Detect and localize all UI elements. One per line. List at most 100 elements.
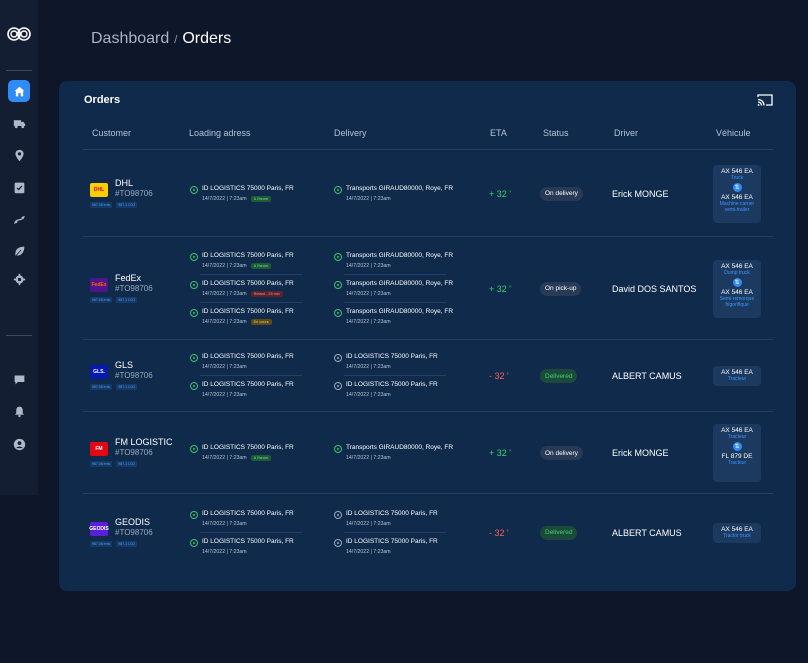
stop-time: 14/7/2022 | 7:23am [346,291,391,297]
stop-time: 14/7/2022 | 7:23am [346,364,391,370]
stop-address: Transports GIRAUD80000, Roye, FR [346,444,454,451]
nav-notifications[interactable] [8,400,30,422]
nav-settings[interactable] [8,268,30,290]
stop-time-text: 14/7/2022 | 7:23am [202,520,247,527]
stop-marker-icon [334,280,342,289]
swap-icon[interactable]: ⇅ [732,277,742,287]
swap-icon[interactable]: ⇅ [732,442,742,451]
stop-marker-icon [190,538,198,547]
stop-status-badge: A l'heure [250,195,272,202]
stop-marker-icon [334,308,342,317]
stop-time-text: 14/7/2022 | 7:23am [346,548,391,555]
stop-address: ID LOGISTICS 75000 Paris, FR [346,509,438,517]
driver-name[interactable]: Erick MONGE [612,448,669,458]
vehicle-type: Truck [730,174,744,181]
stop-time: 14/7/2022 | 7:23am [202,549,247,555]
nav-routes[interactable] [8,208,30,230]
stop-time-text: 14/7/2022 | 7:23am [202,455,247,461]
driver-name[interactable]: ALBERT CAMUS [612,371,682,381]
customer-name[interactable]: DHL [115,178,133,188]
customer-name[interactable]: FedEx [115,273,141,283]
nav-trucks[interactable] [8,112,30,134]
stop-address: ID LOGISTICS 75000 Paris, FR [202,251,294,259]
cast-icon[interactable] [757,93,773,107]
stop-address: Transports GIRAUD80000, Roye, FR [346,184,454,192]
driver-name[interactable]: Erick MONGE [612,189,669,199]
card-title: Orders [84,94,121,106]
nav-eco[interactable] [8,240,30,262]
vehicle-type: Semi-remorque frigorifique [719,295,755,308]
stop-time: 14/7/2022 | 7:23am [346,521,391,527]
vehicle-card[interactable]: AX 546 EA Tracteur [713,366,761,386]
nav-tasks[interactable] [8,176,30,198]
nav-locations[interactable] [8,144,30,166]
col-driver[interactable]: Driver [614,128,638,138]
eta-value: + 32 ' [489,283,511,294]
stop-marker-icon [190,445,198,453]
vehicle-card[interactable]: AX 546 EA Tracteur ⇅ FL 879 DE Tracteur [713,424,761,482]
nav-messages[interactable] [8,368,30,390]
customer-tag: 987.08 ents [90,461,113,467]
stop-time-text: 14/7/2022 | 7:23am [202,195,247,202]
stop-time: 14/7/2022 | 7:23am [346,196,391,202]
col-vehicle[interactable]: Véhicule [716,128,751,138]
customer-order-id: #TO98706 [115,527,153,537]
vehicle-type: Machine carrier semi-trailer [719,200,755,213]
customer-tags: 987.08 ents 987.1 CO2 [90,296,138,303]
stop-time: 14/7/2022 | 7:23am A l'heure [202,195,272,202]
stop-time-text: 14/7/2022 | 7:23am [346,262,391,269]
status-badge: On delivery [540,186,583,201]
customer-name[interactable]: GEODIS [115,517,150,527]
stop-marker-icon [334,382,342,390]
stop-address: ID LOGISTICS 75000 Paris, FR [202,184,294,192]
customer-order-id: #TO98706 [115,283,153,293]
breadcrumb-dashboard[interactable]: Dashboard [91,30,169,47]
swap-icon[interactable]: ⇅ [732,182,742,192]
vehicle-plate: AX 546 EA [721,193,753,201]
vehicle-card[interactable]: AX 546 EA Dump truck ⇅ AX 546 EA Semi-remorq… [713,259,761,318]
table-row[interactable]: FedEx FedEx #TO98706 987.08 ents 987.1 CO2 ID… [83,237,773,340]
stop-divider [344,531,446,533]
col-status[interactable]: Status [543,128,569,138]
leaf-icon [14,246,24,257]
vehicle-plate: AX 546 EA [721,525,753,533]
stop-time: 14/7/2022 | 7:23am Retard - 25 min [202,290,283,297]
stop-time: 14/7/2022 | 7:23am [346,263,391,269]
nav-profile[interactable] [8,433,30,455]
driver-name[interactable]: ALBERT CAMUS [612,528,682,538]
col-customer[interactable]: Customer [92,128,131,138]
customer-tag: 987.1 CO2 [116,296,138,303]
table-row[interactable]: DHL DHL #TO98706 987.08 ents 987.1 CO2 ID LOG… [83,150,773,237]
table-row[interactable]: FM FM LOGISTIC #TO98706 987.08 ents 987.1 CO… [83,412,773,494]
stop-time-text: 14/7/2022 | 7:23am [346,364,391,370]
stop-time-text: 14/7/2022 | 7:23am [346,520,391,527]
stop-divider [344,273,446,275]
customer-tag: 987.1 CO2 [116,201,138,208]
table-row[interactable]: GLS. GLS #TO98706 987.08 ents 987.1 CO2 ID LO… [83,340,773,412]
driver-name[interactable]: David DOS SANTOS [612,284,696,294]
table-row[interactable]: GEODIS GEODIS #TO98706 987.08 ents 987.1 CO2… [83,494,773,571]
vehicle-plate: AX 546 EA [721,369,753,376]
stop-time: 14/7/2022 | 7:23am [346,549,391,555]
stop-time: 14/7/2022 | 7:23am [346,455,391,461]
stop-divider [200,301,302,303]
vehicle-card[interactable]: AX 546 EA Tractor truck [713,522,761,543]
col-eta[interactable]: ETA [490,128,507,138]
stop-time-text: 14/7/2022 | 7:23am [202,290,247,297]
col-loading[interactable]: Loading adress [189,128,251,138]
stop-address: ID LOGISTICS 75000 Paris, FR [202,353,294,360]
vehicle-card[interactable]: AX 546 EA Truck ⇅ AX 546 EA Machine carrier … [713,164,761,223]
route-icon [13,215,25,224]
stop-address: ID LOGISTICS 75000 Paris, FR [346,381,438,388]
stop-time: 14/7/2022 | 7:23am [202,364,247,370]
nav-home[interactable] [8,80,30,102]
stop-time: 14/7/2022 | 7:23am En cours [202,318,272,325]
customer-name[interactable]: FM LOGISTIC [115,437,173,447]
col-delivery[interactable]: Delivery [334,128,367,138]
customer-order-id: #TO98706 [115,371,153,380]
stop-address: ID LOGISTICS 75000 Paris, FR [202,509,294,517]
customer-name[interactable]: GLS [115,360,133,370]
stop-address: ID LOGISTICS 75000 Paris, FR [346,537,438,545]
vehicle-type: Tractor truck [723,532,751,539]
clipboard-check-icon [14,182,24,193]
